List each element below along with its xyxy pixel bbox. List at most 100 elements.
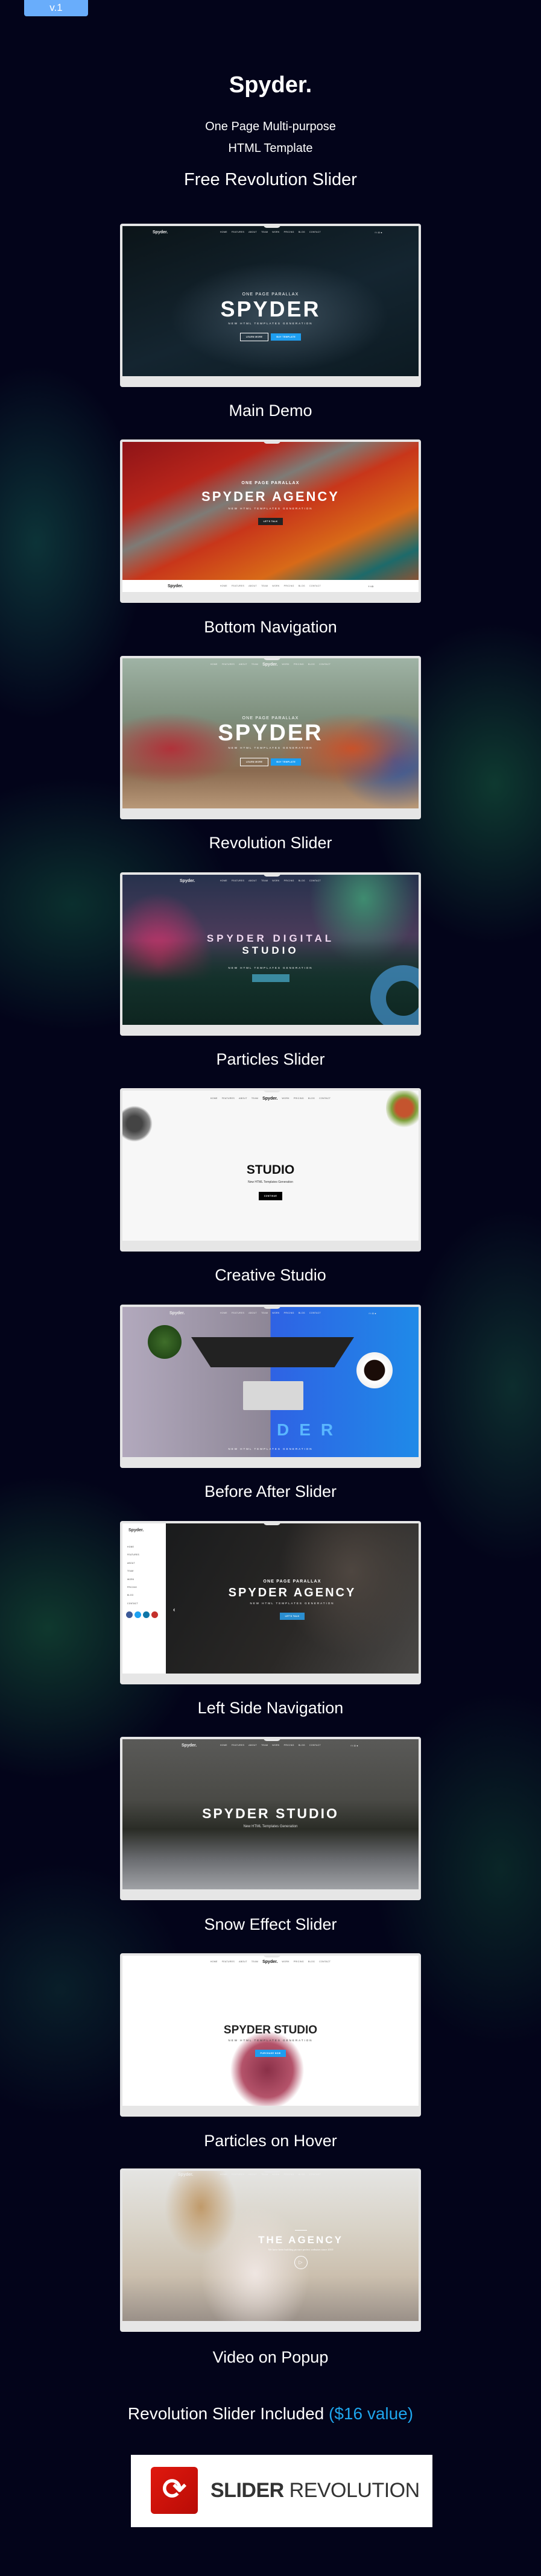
buy-template-button: BUY TEMPLATE: [271, 758, 302, 766]
demo-label: Before After Slider: [204, 1482, 337, 1501]
learn-more-button: LEARN MORE: [239, 333, 269, 341]
nav-item: CONTACT: [309, 231, 321, 233]
thumb-subtitle: NEW HTML TEMPLATES GENERATION: [228, 1447, 313, 1450]
demo-preview-video-on-popup[interactable]: Spyder. HOME FEATURES ABOUT TEAM WORK PRICING B…: [120, 2168, 421, 2332]
demo-label: Particles Slider: [216, 1050, 325, 1068]
brand-logo: Spyder.: [229, 72, 312, 98]
nav-item: TEAM: [261, 231, 268, 233]
demo-label: Creative Studio: [215, 1266, 326, 1284]
nav-item: WORK: [272, 880, 280, 882]
nav-item: CONTACT: [127, 1602, 138, 1605]
nav-item: WORK: [272, 585, 280, 587]
purchase-now-button: PURCHASE NOW: [255, 2050, 286, 2057]
nav-item: TEAM: [261, 585, 268, 587]
nav-item: TEAM: [251, 663, 259, 666]
text: REVOLUTION: [289, 2479, 420, 2502]
nav-item: PRICING: [283, 1312, 294, 1314]
thumb-brand: Spyder.: [262, 1096, 278, 1101]
demo-preview-before-after-slider[interactable]: Spyder. HOME FEATURES ABOUT TEAM WORK PRICING B…: [120, 1305, 421, 1468]
demo-preview-creative-studio[interactable]: HOME FEATURES ABOUT TEAM Spyder. WORK PRICING B…: [120, 1088, 421, 1252]
thumb-title: THE AGENCY: [258, 2234, 343, 2246]
nav-item: WORK: [272, 1312, 280, 1314]
thumb-kicker: ONE PAGE PARALLAX: [263, 1579, 321, 1584]
demo-preview-revolution-slider[interactable]: HOME FEATURES ABOUT TEAM Spyder. WORK PRICING B…: [120, 656, 421, 819]
nav-item: ABOUT: [248, 231, 258, 233]
nav-item: FEATURES: [231, 2173, 245, 2176]
thumb-title: DER: [277, 1420, 344, 1439]
nav-item: PRICING: [293, 1960, 304, 1963]
thumb-title: SPYDER STUDIO: [223, 2024, 318, 2036]
buy-template-button: BUY TEMPLATE: [271, 333, 302, 341]
learn-more-button: LEARN MORE: [239, 758, 269, 766]
nav-item: PRICING: [127, 1586, 138, 1589]
thumb-subtitle: NEW HTML TEMPLATES GENERATION: [228, 322, 313, 325]
thumb-title: SPYDER STUDIO: [202, 1806, 339, 1821]
thumb-title: SPYDER: [218, 720, 323, 746]
tagline-line-1: One Page Multi-purpose: [205, 120, 336, 133]
demo-preview-particles-slider[interactable]: Spyder. HOME FEATURES ABOUT TEAM WORK PRICING B…: [120, 872, 421, 1036]
thumb-brand: Spyder.: [180, 878, 195, 883]
thumb-title: SPYDER: [220, 297, 321, 321]
lets-talk-button: LET'S TALK: [258, 518, 283, 525]
nav-item: ABOUT: [248, 2173, 258, 2176]
thumb-subtitle: NEW HTML TEMPLATES GENERATION: [228, 2039, 313, 2042]
thumb-title: SPYDER AGENCY: [228, 1586, 356, 1599]
nav-item: BLOG: [308, 1097, 315, 1100]
thumb-brand: Spyder.: [262, 662, 278, 667]
demo-preview-left-side-navigation[interactable]: Spyder. HOME FEATURES ABOUT TEAM WORK PRICING…: [120, 1521, 421, 1684]
nav-item: HOME: [220, 1744, 227, 1746]
nav-item: FEATURES: [231, 880, 245, 882]
nav-item: TEAM: [261, 1744, 268, 1746]
nav-item: PRICING: [293, 663, 304, 666]
nav-item: BLOG: [298, 231, 305, 233]
demo-preview-snow-effect-slider[interactable]: Spyder. HOME FEATURES ABOUT TEAM WORK PRICING B…: [120, 1737, 421, 1900]
thumb-kicker: ONE PAGE PARALLAX: [242, 716, 299, 720]
thumb-brand: Spyder.: [178, 2172, 194, 2177]
thumb-subtitle: New HTML Templates Generation: [247, 1180, 294, 1184]
demo-preview-bottom-navigation[interactable]: ONE PAGE PARALLAX SPYDER AGENCY NEW HTML T…: [120, 439, 421, 603]
nav-item: PRICING: [283, 2173, 294, 2176]
demo-label: Video on Popup: [212, 2348, 329, 2366]
nav-item: TEAM: [251, 1960, 259, 1963]
thumb-subtitle: NEW HTML TEMPLATES GENERATION: [250, 1602, 335, 1605]
nav-item: WORK: [272, 231, 280, 233]
demo-preview-particles-on-hover[interactable]: HOME FEATURES ABOUT TEAM Spyder. WORK PRICING B…: [120, 1953, 421, 2117]
thumb-brand: Spyder.: [262, 1959, 278, 1964]
thumb-title: SPYDER AGENCY: [201, 489, 340, 504]
continue-button: CONTINUE: [258, 1192, 283, 1200]
section-heading: Free Revolution Slider: [184, 170, 357, 189]
nav-item: FEATURES: [231, 1312, 245, 1314]
nav-item: HOME: [220, 1312, 227, 1314]
lets-talk-button: LET'S TALK: [279, 1613, 305, 1620]
nav-item: CONTACT: [309, 1744, 321, 1746]
demo-preview-main[interactable]: Spyder. HOME FEATURES ABOUT TEAM WORK PRICING B…: [120, 224, 421, 387]
revolution-included-text: Revolution Slider Included ($16 value): [0, 2404, 541, 2423]
nav-item: CONTACT: [309, 585, 321, 587]
thumb-brand: Spyder.: [128, 1528, 144, 1532]
nav-item: FEATURES: [221, 1960, 235, 1963]
play-icon: ▷: [294, 2256, 308, 2269]
nav-item: PRICING: [283, 231, 294, 233]
text: SLIDER: [210, 2479, 284, 2502]
nav-item: ABOUT: [239, 1960, 247, 1963]
nav-item: WORK: [282, 663, 289, 666]
nav-item: CONTACT: [319, 1960, 331, 1963]
thumb-brand: Spyder.: [168, 584, 183, 588]
nav-item: CONTACT: [319, 1097, 331, 1100]
nav-item: PRICING: [283, 1744, 294, 1746]
nav-item: TEAM: [261, 2173, 268, 2176]
nav-item: CONTACT: [309, 880, 321, 882]
nav-item: BLOG: [298, 880, 305, 882]
nav-item: WORK: [282, 1960, 289, 1963]
thumb-subtitle: NEW HTML TEMPLATES GENERATION: [228, 507, 313, 510]
thumb-title-line-2: STUDIO: [242, 945, 299, 956]
nav-item: TEAM: [251, 1097, 259, 1100]
thumb-brand: Spyder.: [169, 1311, 185, 1315]
nav-item: ABOUT: [239, 663, 247, 666]
demo-label: Particles on Hover: [204, 2132, 337, 2150]
thumb-title: STUDIO: [246, 1163, 295, 1177]
nav-item: WORK: [127, 1578, 134, 1581]
nav-item: HOME: [220, 2173, 227, 2176]
nav-item: FEATURES: [221, 1097, 235, 1100]
nav-item: ABOUT: [248, 1744, 258, 1746]
